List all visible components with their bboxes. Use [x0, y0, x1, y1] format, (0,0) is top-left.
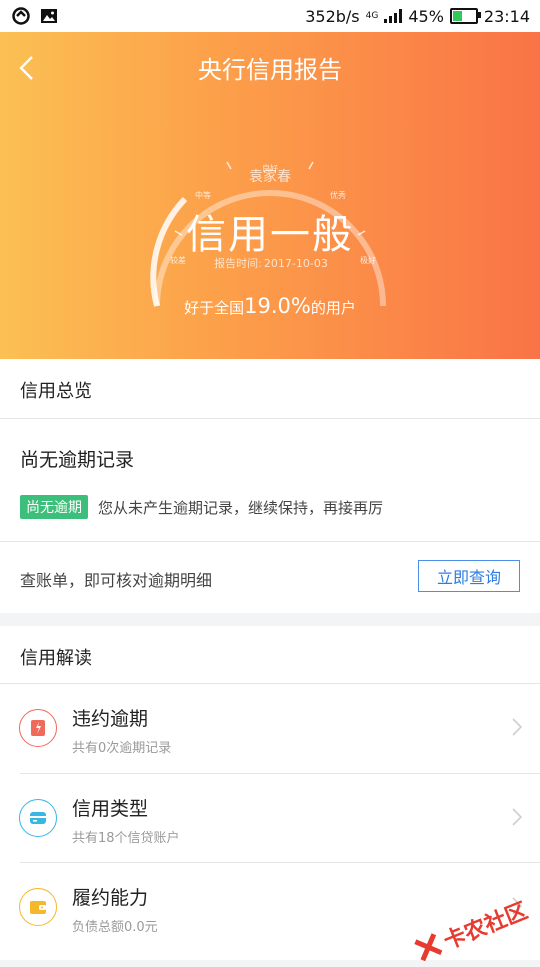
- battery-icon: [449, 8, 481, 24]
- chevron-right-icon: [512, 808, 522, 826]
- wallet-icon: [19, 888, 57, 926]
- rank-suffix: 的用户: [310, 299, 356, 317]
- clock: 23:14: [483, 6, 530, 26]
- credit-card-icon: [19, 799, 57, 837]
- query-now-button[interactable]: 立即查询: [418, 560, 520, 592]
- credit-interpretation-card: 信用解读 违约逾期 共有0次逾期记录 信用类型 共有18个信贷账户 履约能力 负…: [0, 626, 540, 960]
- divider: [0, 541, 540, 542]
- gauge-label: 中等: [195, 190, 211, 200]
- status-badge: 尚无逾期: [20, 495, 88, 519]
- credit-grade: 信用一般: [186, 212, 354, 258]
- national-rank: 好于全国19.0%的用户: [0, 294, 540, 318]
- report-date-label: 报告时间:: [214, 257, 262, 270]
- signal-icon: [384, 9, 403, 23]
- chevron-right-icon: [512, 718, 522, 736]
- default-warning-icon: [19, 709, 57, 747]
- status-bar: 352b/s 4G 45% 23:14: [0, 0, 540, 32]
- item-subtitle: 共有18个信贷账户: [72, 831, 180, 846]
- overdue-description: 您从未产生逾期记录，继续保持，再接再厉: [98, 498, 384, 517]
- item-title: 信用类型: [72, 798, 149, 820]
- overdue-record-title: 尚无逾期记录: [20, 449, 135, 471]
- gauge-label: 优秀: [330, 190, 346, 200]
- battery-percent: 45%: [408, 6, 444, 26]
- list-item-default[interactable]: 违约逾期 共有0次逾期记录: [0, 684, 540, 773]
- overdue-status-row: 尚无逾期 您从未产生逾期记录，继续保持，再接再厉: [20, 495, 383, 519]
- divider: [0, 418, 540, 419]
- section-title-interpretation: 信用解读: [20, 648, 92, 669]
- item-subtitle: 负债总额0.0元: [72, 920, 158, 935]
- image-notification-icon: [41, 9, 57, 23]
- page-title: 央行信用报告: [198, 56, 342, 84]
- report-date-value: 2017-10-03: [263, 257, 328, 270]
- item-subtitle: 共有0次逾期记录: [72, 741, 172, 756]
- credit-score-header: 央行信用报告 较差 中等 良好 优秀 极好 袁家春 信用一般 报告时间: 2017…: [0, 32, 540, 359]
- query-hint: 查账单，即可核对逾期明细: [20, 571, 213, 590]
- rank-value: 19.0%: [244, 294, 311, 318]
- user-name: 袁家春: [249, 169, 291, 185]
- report-date: 报告时间: 2017-10-03: [0, 255, 540, 271]
- credit-overview-card: 信用总览 尚无逾期记录 尚无逾期 您从未产生逾期记录，继续保持，再接再厉 查账单…: [0, 359, 540, 613]
- network-type: 4G: [365, 11, 379, 21]
- rank-prefix: 好于全国: [184, 299, 245, 317]
- net-speed: 352b/s: [305, 6, 360, 26]
- section-title-overview: 信用总览: [20, 381, 92, 402]
- app-notification-icon: [12, 7, 30, 25]
- item-title: 违约逾期: [72, 708, 149, 730]
- list-item-credit-type[interactable]: 信用类型 共有18个信贷账户: [0, 774, 540, 863]
- item-title: 履约能力: [72, 887, 149, 909]
